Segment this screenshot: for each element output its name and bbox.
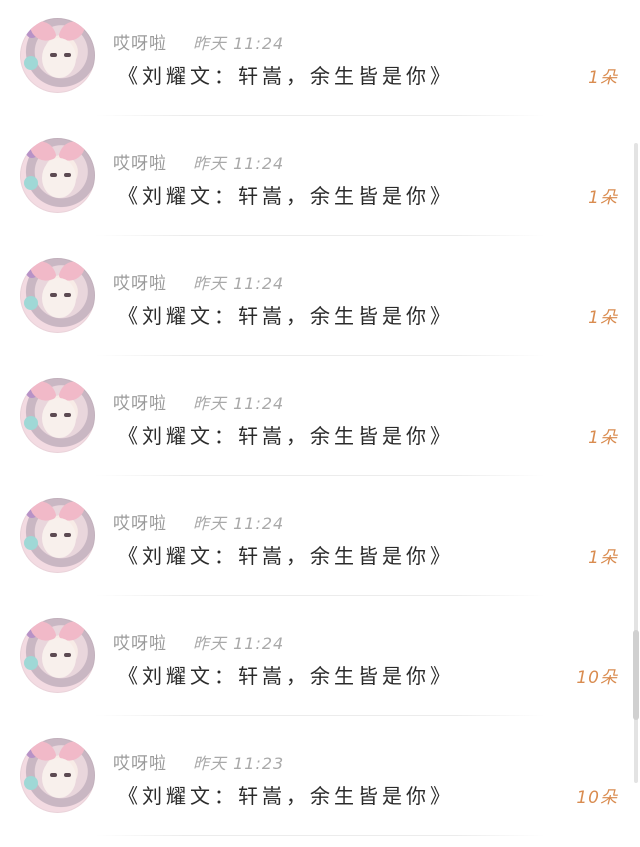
- list-item[interactable]: 哎呀啦 昨天 11:24 《刘耀文：轩嵩，余生皆是你》 1朵: [0, 240, 640, 360]
- avatar-face-icon: [42, 38, 76, 78]
- message-text: 《刘耀文：轩嵩，余生皆是你》: [118, 664, 454, 688]
- flower-count: 1朵: [588, 428, 618, 448]
- avatar[interactable]: [20, 138, 95, 213]
- gift-record-list: 哎呀啦 昨天 11:24 《刘耀文：轩嵩，余生皆是你》 1朵 哎呀啦 昨天 11…: [0, 0, 640, 840]
- timestamp: 昨天 11:24: [193, 394, 285, 413]
- divider: [95, 235, 545, 236]
- message-text: 《刘耀文：轩嵩，余生皆是你》: [118, 304, 454, 328]
- message-text: 《刘耀文：轩嵩，余生皆是你》: [118, 784, 454, 808]
- avatar[interactable]: [20, 738, 95, 813]
- username[interactable]: 哎呀啦: [113, 509, 167, 534]
- divider: [95, 715, 545, 716]
- username[interactable]: 哎呀啦: [113, 269, 167, 294]
- avatar-toy-icon: [24, 416, 38, 430]
- divider: [95, 835, 545, 836]
- avatar[interactable]: [20, 498, 95, 573]
- avatar-eye-icon: [64, 173, 71, 177]
- timestamp: 昨天 11:24: [193, 274, 285, 293]
- avatar-face-icon: [42, 638, 76, 678]
- avatar-toy-icon: [24, 296, 38, 310]
- divider: [95, 355, 545, 356]
- avatar[interactable]: [20, 18, 95, 93]
- avatar-face-icon: [42, 278, 76, 318]
- flower-count: 1朵: [588, 548, 618, 568]
- list-item[interactable]: 哎呀啦 昨天 11:24 《刘耀文：轩嵩，余生皆是你》 1朵: [0, 120, 640, 240]
- username[interactable]: 哎呀啦: [113, 389, 167, 414]
- list-item[interactable]: 哎呀啦 昨天 11:24 《刘耀文：轩嵩，余生皆是你》 1朵: [0, 0, 640, 120]
- avatar-eye-icon: [50, 53, 57, 57]
- avatar-eye-icon: [64, 293, 71, 297]
- avatar-face-icon: [42, 758, 76, 798]
- timestamp: 昨天 11:24: [193, 514, 285, 533]
- username[interactable]: 哎呀啦: [113, 749, 167, 774]
- avatar-eye-icon: [50, 533, 57, 537]
- list-item[interactable]: 哎呀啦 昨天 11:24 《刘耀文：轩嵩，余生皆是你》 10朵: [0, 600, 640, 720]
- avatar-eye-icon: [64, 53, 71, 57]
- timestamp: 昨天 11:24: [193, 154, 285, 173]
- avatar-face-icon: [42, 518, 76, 558]
- avatar[interactable]: [20, 378, 95, 453]
- flower-count: 1朵: [588, 188, 618, 208]
- timestamp: 昨天 11:23: [193, 754, 285, 773]
- timestamp: 昨天 11:24: [193, 634, 285, 653]
- avatar-eye-icon: [50, 653, 57, 657]
- flower-count: 1朵: [588, 308, 618, 328]
- list-item[interactable]: 哎呀啦 昨天 11:24 《刘耀文：轩嵩，余生皆是你》 1朵: [0, 480, 640, 600]
- avatar-eye-icon: [64, 413, 71, 417]
- avatar[interactable]: [20, 258, 95, 333]
- username[interactable]: 哎呀啦: [113, 29, 167, 54]
- avatar-toy-icon: [24, 656, 38, 670]
- scrollbar-thumb[interactable]: [633, 630, 639, 720]
- avatar-toy-icon: [24, 176, 38, 190]
- avatar-eye-icon: [50, 773, 57, 777]
- avatar-toy-icon: [24, 536, 38, 550]
- username[interactable]: 哎呀啦: [113, 629, 167, 654]
- divider: [95, 115, 545, 116]
- divider: [95, 475, 545, 476]
- avatar[interactable]: [20, 618, 95, 693]
- avatar-face-icon: [42, 158, 76, 198]
- avatar-eye-icon: [64, 653, 71, 657]
- flower-count: 10朵: [576, 788, 618, 808]
- avatar-face-icon: [42, 398, 76, 438]
- avatar-toy-icon: [24, 776, 38, 790]
- divider: [95, 595, 545, 596]
- avatar-eye-icon: [64, 533, 71, 537]
- list-item[interactable]: 哎呀啦 昨天 11:23 《刘耀文：轩嵩，余生皆是你》 10朵: [0, 720, 640, 840]
- message-text: 《刘耀文：轩嵩，余生皆是你》: [118, 424, 454, 448]
- flower-count: 1朵: [588, 68, 618, 88]
- avatar-eye-icon: [64, 773, 71, 777]
- avatar-eye-icon: [50, 293, 57, 297]
- list-item[interactable]: 哎呀啦 昨天 11:24 《刘耀文：轩嵩，余生皆是你》 1朵: [0, 360, 640, 480]
- avatar-eye-icon: [50, 173, 57, 177]
- message-text: 《刘耀文：轩嵩，余生皆是你》: [118, 184, 454, 208]
- timestamp: 昨天 11:24: [193, 34, 285, 53]
- message-text: 《刘耀文：轩嵩，余生皆是你》: [118, 544, 454, 568]
- avatar-eye-icon: [50, 413, 57, 417]
- username[interactable]: 哎呀啦: [113, 149, 167, 174]
- message-text: 《刘耀文：轩嵩，余生皆是你》: [118, 64, 454, 88]
- flower-count: 10朵: [576, 668, 618, 688]
- avatar-toy-icon: [24, 56, 38, 70]
